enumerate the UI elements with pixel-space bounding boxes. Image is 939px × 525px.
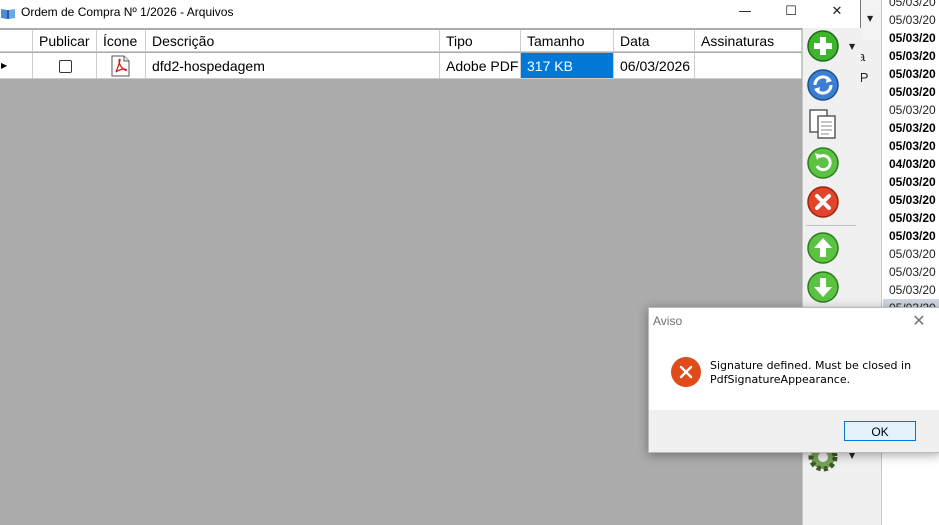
background-date-row: 05/03/20 (889, 229, 936, 243)
add-icon[interactable] (806, 29, 840, 63)
delete-icon[interactable] (806, 185, 840, 219)
background-date-row: 05/03/20 (889, 193, 936, 207)
background-date-row: 05/03/20 (889, 49, 936, 63)
background-date-row: 05/03/20 (889, 247, 936, 261)
chevron-down-icon: ▼ (867, 14, 874, 23)
icone-cell[interactable] (97, 53, 146, 79)
move-up-icon[interactable] (806, 231, 840, 265)
app-icon (1, 9, 15, 19)
background-date-row: 05/03/20 (889, 31, 936, 45)
ok-button[interactable]: OK (844, 421, 916, 441)
column-header-data[interactable]: Data (614, 30, 695, 52)
move-down-icon[interactable] (806, 270, 840, 304)
background-date-row: 05/03/20 (889, 0, 936, 9)
dialog-close-button[interactable]: ✕ (905, 310, 933, 332)
background-date-row: 05/03/20 (889, 121, 936, 135)
background-dropdown[interactable]: ▼ (858, 0, 881, 40)
row-pointer-icon: ▶ (1, 61, 8, 70)
background-date-row: 04/03/20 (889, 157, 936, 171)
row-header-corner (0, 30, 33, 52)
minimize-button[interactable]: — (722, 0, 768, 26)
pdf-icon (111, 55, 130, 77)
copy-icon[interactable] (806, 107, 840, 141)
close-button[interactable]: ✕ (814, 0, 860, 26)
toolbar-separator (806, 225, 856, 226)
background-date-row: 05/03/20 (889, 175, 936, 189)
tamanho-cell[interactable]: 317 KB (521, 53, 614, 79)
column-header-icone[interactable]: Ícone (97, 30, 146, 52)
error-icon (671, 357, 701, 387)
chevron-down-icon[interactable]: ▼ (849, 42, 855, 51)
column-header-tamanho[interactable]: Tamanho (521, 30, 614, 52)
background-date-row: 05/03/20 (889, 211, 936, 225)
refresh-icon[interactable] (806, 68, 840, 102)
column-header-publicar[interactable]: Publicar (33, 30, 97, 52)
warning-dialog: Aviso ✕ Signature defined. Must be close… (648, 307, 939, 453)
dialog-title: Aviso (653, 314, 683, 328)
dialog-body: Signature defined. Must be closed in Pdf… (649, 334, 939, 410)
column-header-assinaturas[interactable]: Assinaturas (695, 30, 802, 52)
window-title: Ordem de Compra Nº 1/2026 - Arquivos (21, 5, 234, 19)
tipo-cell[interactable]: Adobe PDF (440, 53, 521, 79)
column-header-tipo[interactable]: Tipo (440, 30, 521, 52)
background-date-row: 05/03/20 (889, 103, 936, 117)
maximize-button[interactable]: ☐ (768, 0, 814, 26)
title-bar: Ordem de Compra Nº 1/2026 - Arquivos — ☐… (0, 0, 860, 28)
assinaturas-cell[interactable] (695, 53, 802, 79)
dialog-title-bar: Aviso ✕ (649, 308, 939, 334)
undo-icon[interactable] (806, 146, 840, 180)
background-date-row: 05/03/20 (889, 139, 936, 153)
column-header-descricao[interactable]: Descrição (146, 30, 440, 52)
dialog-message: Signature defined. Must be closed in Pdf… (710, 359, 912, 386)
background-date-row: 05/03/20 (889, 85, 936, 99)
data-cell[interactable]: 06/03/2026 (614, 53, 695, 79)
background-date-row: 05/03/20 (889, 265, 936, 279)
publicar-checkbox[interactable] (59, 60, 72, 73)
background-date-row: 05/03/20 (889, 67, 936, 81)
background-date-row: 05/03/20 (889, 283, 936, 297)
descricao-cell[interactable]: dfd2-hospedagem (146, 53, 440, 79)
background-date-row: 05/03/20 (889, 13, 936, 27)
